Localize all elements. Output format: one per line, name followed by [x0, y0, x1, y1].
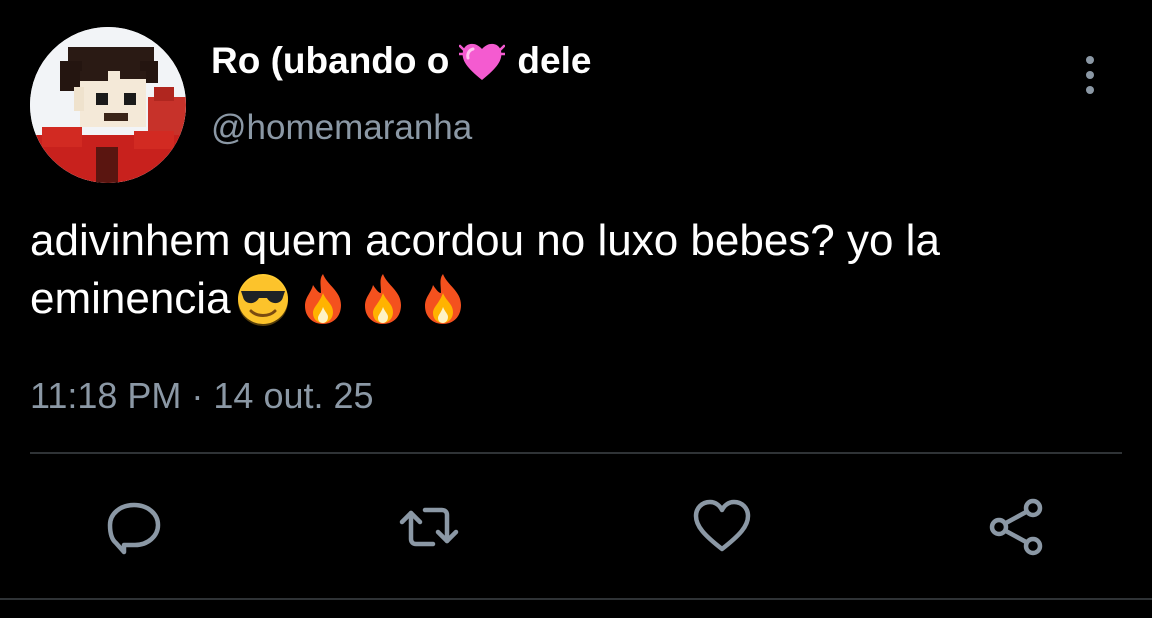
- tweet-text: adivinhem quem acordou no luxo bebes? yo…: [30, 212, 1142, 328]
- tweet-text-line1: adivinhem quem acordou no luxo bebes? yo…: [30, 216, 940, 265]
- fire-icon: [355, 271, 411, 327]
- tweet-card: Ro (ubando o dele @homemaranha adivinhem…: [0, 0, 1152, 618]
- heart-icon: [693, 499, 751, 552]
- tweet-text-line: eminencia: [30, 270, 1142, 328]
- tweet-timestamp[interactable]: 11:18 PM · 14 out. 25: [30, 375, 374, 417]
- share-button[interactable]: [985, 495, 1049, 559]
- sunglasses-face-icon: [235, 271, 291, 327]
- display-name-part1: Ro (ubando o: [211, 40, 450, 81]
- retweet-icon: [399, 507, 459, 547]
- tweet-text-line: adivinhem quem acordou no luxo bebes? yo…: [30, 212, 1142, 270]
- like-button[interactable]: [690, 495, 754, 559]
- user-handle[interactable]: @homemaranha: [211, 108, 472, 148]
- divider: [30, 452, 1122, 454]
- reply-button[interactable]: [102, 495, 166, 559]
- display-name[interactable]: Ro (ubando o dele: [211, 40, 591, 82]
- more-options-button[interactable]: [1072, 52, 1108, 98]
- comment-icon: [107, 502, 161, 555]
- bottom-divider: [0, 598, 1152, 600]
- fire-icon: [415, 271, 471, 327]
- more-vertical-icon: [1086, 56, 1094, 94]
- fire-icon: [295, 271, 351, 327]
- share-icon: [989, 498, 1043, 556]
- display-name-part2: dele: [517, 40, 592, 81]
- avatar[interactable]: [30, 27, 186, 183]
- retweet-button[interactable]: [397, 495, 461, 559]
- tweet-text-line2: eminencia: [30, 274, 231, 323]
- growing-heart-icon: [459, 40, 506, 82]
